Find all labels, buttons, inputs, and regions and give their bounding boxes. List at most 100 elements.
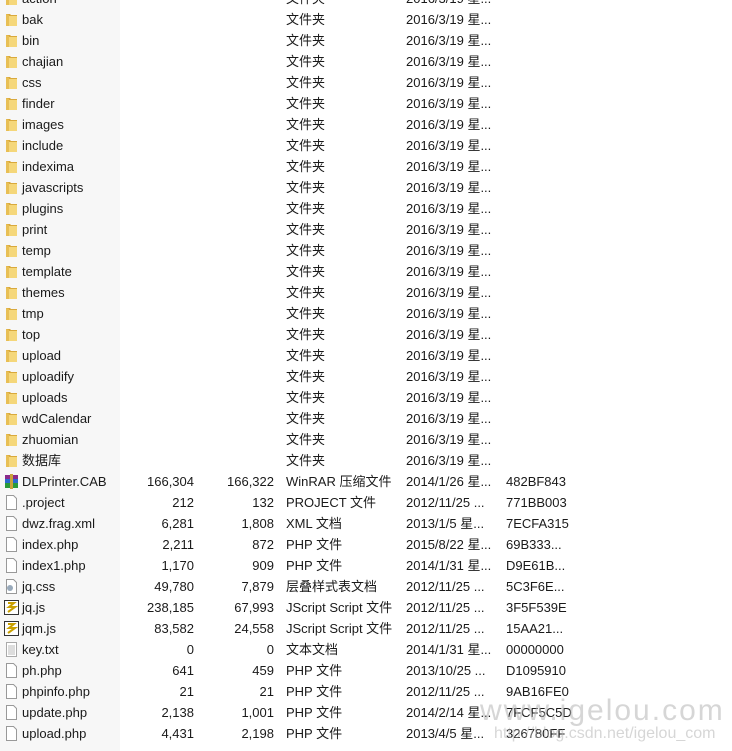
file-type: 文件夹 xyxy=(286,348,326,363)
file-type: 文件夹 xyxy=(286,453,326,468)
file-crc: 15AA21... xyxy=(506,621,564,636)
file-date: 2016/3/19 星... xyxy=(406,222,492,237)
file-date: 2014/1/31 星... xyxy=(406,642,492,657)
file-date: 2016/3/19 星... xyxy=(406,54,492,69)
css-file-icon xyxy=(4,579,19,594)
file-row[interactable]: upload 文件夹 2016/3/19 星... xyxy=(0,345,732,366)
folder-icon xyxy=(4,243,19,258)
file-name: indexima xyxy=(22,159,75,174)
file-row[interactable]: index.php 2,211 872 PHP 文件 2015/8/22 星... 69B… xyxy=(0,534,732,555)
folder-icon xyxy=(4,432,19,447)
file-icon xyxy=(4,516,19,531)
file-size: 0 xyxy=(186,642,194,657)
file-type: 文本文档 xyxy=(286,642,339,657)
file-icon xyxy=(4,537,19,552)
file-row[interactable]: action 文件夹 2016/3/19 星... xyxy=(0,0,732,9)
file-row[interactable]: ph.php 641 459 PHP 文件 2013/10/25 ... D1095910 xyxy=(0,660,732,681)
file-name: DLPrinter.CAB xyxy=(22,474,107,489)
file-row[interactable]: themes 文件夹 2016/3/19 星... xyxy=(0,282,732,303)
file-name: upload.php xyxy=(22,726,87,741)
file-date: 2013/1/5 星... xyxy=(406,516,485,531)
file-type: 文件夹 xyxy=(286,264,326,279)
file-row[interactable]: zhuomian 文件夹 2016/3/19 星... xyxy=(0,429,732,450)
file-date: 2016/3/19 星... xyxy=(406,201,492,216)
file-name: template xyxy=(22,264,72,279)
file-name: jqm.js xyxy=(22,621,56,636)
file-date: 2016/3/19 星... xyxy=(406,327,492,342)
file-row[interactable]: print 文件夹 2016/3/19 星... xyxy=(0,219,732,240)
file-row[interactable]: dwz.frag.xml 6,281 1,808 XML 文档 2013/1/5 星..… xyxy=(0,513,732,534)
file-date: 2016/3/19 星... xyxy=(406,453,492,468)
file-name: bin xyxy=(22,33,40,48)
file-date: 2016/3/19 星... xyxy=(406,369,492,384)
file-name: bak xyxy=(22,12,43,27)
file-name: images xyxy=(22,117,64,132)
file-row[interactable]: jq.js 238,185 67,993 JScript Script 文件 2012/… xyxy=(0,597,732,618)
folder-icon xyxy=(4,201,19,216)
file-date: 2016/3/19 星... xyxy=(406,348,492,363)
file-list[interactable]: action 文件夹 2016/3/19 星... bak 文件夹 2016/3/19 星… xyxy=(0,0,732,744)
watermark-site: www.igelou.com xyxy=(480,694,725,727)
file-row[interactable]: DLPrinter.CAB 166,304 166,322 WinRAR 压缩文件 20… xyxy=(0,471,732,492)
file-row[interactable]: chajian 文件夹 2016/3/19 星... xyxy=(0,51,732,72)
file-type: 文件夹 xyxy=(286,117,326,132)
file-date: 2016/3/19 星... xyxy=(406,0,491,9)
file-row[interactable]: css 文件夹 2016/3/19 星... xyxy=(0,72,732,93)
file-name: wdCalendar xyxy=(22,411,92,426)
file-row[interactable]: finder 文件夹 2016/3/19 星... xyxy=(0,93,732,114)
file-row[interactable]: bin 文件夹 2016/3/19 星... xyxy=(0,30,732,51)
file-type: 文件夹 xyxy=(286,222,326,237)
jscript-file-icon xyxy=(4,600,19,615)
file-row[interactable]: template 文件夹 2016/3/19 星... xyxy=(0,261,732,282)
file-row[interactable]: images 文件夹 2016/3/19 星... xyxy=(0,114,732,135)
file-row[interactable]: uploads 文件夹 2016/3/19 星... xyxy=(0,387,732,408)
file-packed: 909 xyxy=(252,558,274,573)
file-row[interactable]: index1.php 1,170 909 PHP 文件 2014/1/31 星... D9… xyxy=(0,555,732,576)
file-name: print xyxy=(22,222,48,237)
file-type: PHP 文件 xyxy=(286,705,343,720)
file-row[interactable]: temp 文件夹 2016/3/19 星... xyxy=(0,240,732,261)
file-row[interactable]: top 文件夹 2016/3/19 星... xyxy=(0,324,732,345)
file-date: 2013/4/5 星... xyxy=(406,726,485,741)
file-size: 6,281 xyxy=(161,516,194,531)
folder-icon xyxy=(4,33,19,48)
file-type: PHP 文件 xyxy=(286,537,343,552)
file-row[interactable]: wdCalendar 文件夹 2016/3/19 星... xyxy=(0,408,732,429)
file-size: 1,170 xyxy=(161,558,194,573)
file-crc: 00000000 xyxy=(506,642,564,657)
file-name: top xyxy=(22,327,41,342)
folder-icon xyxy=(4,411,19,426)
file-date: 2016/3/19 星... xyxy=(406,33,492,48)
file-row[interactable]: jqm.js 83,582 24,558 JScript Script 文件 2012/… xyxy=(0,618,732,639)
file-size: 2,211 xyxy=(162,537,194,552)
file-date: 2016/3/19 星... xyxy=(406,411,492,426)
file-row[interactable]: tmp 文件夹 2016/3/19 星... xyxy=(0,303,732,324)
file-row[interactable]: include 文件夹 2016/3/19 星... xyxy=(0,135,732,156)
file-date: 2012/11/25 ... xyxy=(406,621,485,636)
file-row[interactable]: plugins 文件夹 2016/3/19 星... xyxy=(0,198,732,219)
file-row[interactable]: .project 212 132 PROJECT 文件 2012/11/25 ... 77… xyxy=(0,492,732,513)
file-name: phpinfo.php xyxy=(22,684,90,699)
file-date: 2014/1/26 星... xyxy=(406,474,492,489)
file-size: 2,138 xyxy=(161,705,194,720)
file-type: PHP 文件 xyxy=(286,558,343,573)
file-date: 2012/11/25 ... xyxy=(406,579,485,594)
file-row[interactable]: uploadify 文件夹 2016/3/19 星... xyxy=(0,366,732,387)
file-name: jq.js xyxy=(22,600,46,615)
file-row[interactable]: indexima 文件夹 2016/3/19 星... xyxy=(0,156,732,177)
folder-icon xyxy=(4,222,19,237)
file-date: 2016/3/19 星... xyxy=(406,432,492,447)
file-type: 文件夹 xyxy=(286,432,326,447)
file-row[interactable]: jq.css 49,780 7,879 层叠样式表文档 2012/11/25 ... 5C… xyxy=(0,576,732,597)
file-packed: 132 xyxy=(252,495,274,510)
file-type: PHP 文件 xyxy=(286,684,343,699)
file-row[interactable]: bak 文件夹 2016/3/19 星... xyxy=(0,9,732,30)
folder-icon xyxy=(4,180,19,195)
file-packed: 21 xyxy=(259,684,274,699)
folder-icon xyxy=(4,12,19,27)
file-row[interactable]: key.txt 0 0 文本文档 2014/1/31 星... 00000000 xyxy=(0,639,732,660)
file-row[interactable]: javascripts 文件夹 2016/3/19 星... xyxy=(0,177,732,198)
file-packed: 67,993 xyxy=(234,600,274,615)
file-row[interactable]: 数据库 文件夹 2016/3/19 星... xyxy=(0,450,732,471)
file-size: 83,582 xyxy=(154,621,194,636)
